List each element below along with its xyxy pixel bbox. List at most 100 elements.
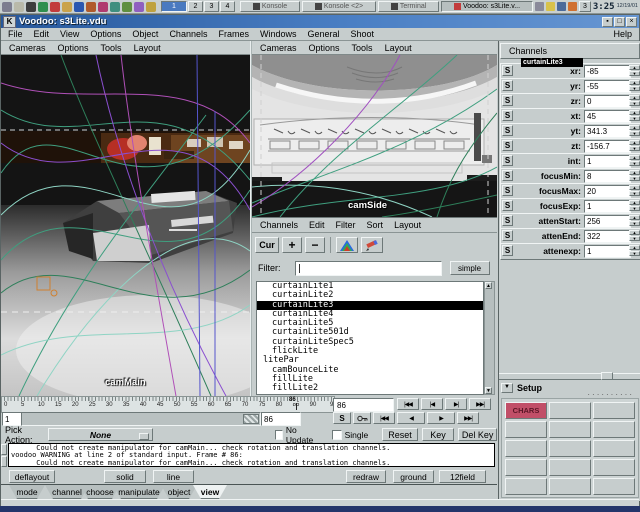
setup-grip-dots[interactable]: ·········· (587, 393, 634, 397)
setup-button-empty[interactable] (549, 421, 591, 438)
cur-button[interactable]: Cur (255, 237, 279, 253)
transport-button[interactable]: ▶▶| (457, 412, 479, 424)
transport-button[interactable]: ▶▶| (469, 398, 491, 410)
console-grip-handle[interactable] (1, 444, 7, 455)
media-icon[interactable] (122, 2, 132, 12)
menu-options[interactable]: Options (90, 29, 121, 39)
transport-button[interactable]: ◀ (397, 412, 425, 424)
vp-menu-layout[interactable]: Layout (134, 43, 161, 53)
cl-menu-edit[interactable]: Edit (309, 220, 325, 230)
s-toggle-button[interactable]: S (502, 155, 513, 166)
vp-menu-options[interactable]: Options (58, 43, 89, 53)
s-toggle-button[interactable]: S (502, 245, 513, 256)
spinner-down-icon[interactable]: ▼ (629, 176, 640, 181)
pick-action-dropdown[interactable]: None (48, 428, 152, 441)
sidebar-splitter[interactable] (499, 373, 640, 380)
spinner-down-icon[interactable]: ▼ (629, 236, 640, 241)
maximize-button[interactable]: □ (614, 17, 625, 27)
spinner-up-icon[interactable]: ▲ (629, 155, 640, 160)
checkbox-icon[interactable] (332, 430, 342, 440)
s-toggle-button[interactable]: S (502, 65, 513, 76)
s-toggle-button[interactable]: S (502, 215, 513, 226)
key-icon[interactable] (353, 412, 371, 424)
setup-button-empty[interactable] (505, 478, 547, 495)
spinner-down-icon[interactable]: ▼ (629, 251, 640, 256)
lock-icon[interactable] (546, 2, 555, 11)
frame-ruler[interactable]: 05101520253035404550556065707580859096 8… (1, 396, 335, 413)
files-icon[interactable] (110, 2, 120, 12)
add-channel-button[interactable]: + (282, 237, 302, 253)
spinner-up-icon[interactable]: ▲ (629, 215, 640, 220)
task-button[interactable]: Konsole <2> (302, 1, 376, 12)
setup-button-empty[interactable] (549, 459, 591, 476)
pager-button-4[interactable]: 4 (220, 1, 235, 12)
splitter-grip[interactable] (601, 372, 613, 380)
home-icon[interactable] (62, 2, 72, 12)
single-checkbox[interactable]: Single (332, 430, 369, 440)
setup-button-empty[interactable] (593, 440, 635, 457)
simple-button[interactable]: simple (450, 261, 490, 275)
setup-button-empty[interactable] (505, 421, 547, 438)
tab-object[interactable]: object (161, 485, 197, 499)
s-button[interactable]: S (333, 412, 351, 424)
menu-channels[interactable]: Channels (169, 29, 207, 39)
setup-button-empty[interactable] (593, 421, 635, 438)
pencil-icon[interactable] (361, 237, 383, 253)
spinner-up-icon[interactable]: ▲ (629, 65, 640, 70)
spinner-up-icon[interactable]: ▲ (629, 245, 640, 250)
task-button[interactable]: Konsole (240, 1, 300, 12)
transport-button[interactable]: ▶ (427, 412, 455, 424)
spinner-up-icon[interactable]: ▲ (629, 95, 640, 100)
minimize-button[interactable]: ▪ (602, 17, 613, 27)
no-update-checkbox[interactable]: No Update (275, 425, 318, 445)
titlebar[interactable]: K Voodoo: s3Lite.vdu ▪□× (1, 15, 639, 28)
vp-menu-layout[interactable]: Layout (385, 43, 412, 53)
konsole-icon[interactable] (26, 2, 36, 12)
spinner-down-icon[interactable]: ▼ (629, 191, 640, 196)
spinner-down-icon[interactable]: ▼ (629, 206, 640, 211)
spinner-up-icon[interactable]: ▲ (629, 170, 640, 175)
line-button[interactable]: line (153, 470, 194, 483)
cl-menu-sort[interactable]: Sort (367, 220, 384, 230)
tab-view[interactable]: view (193, 485, 227, 499)
key-button[interactable]: Key (422, 428, 454, 441)
setup-button-empty[interactable] (549, 478, 591, 495)
s-toggle-button[interactable]: S (502, 110, 513, 121)
spinner-up-icon[interactable]: ▲ (629, 200, 640, 205)
vp-menu-options[interactable]: Options (309, 43, 340, 53)
redraw-button[interactable]: redraw (346, 470, 386, 483)
checkbox-icon[interactable] (275, 430, 283, 440)
task-button[interactable]: Voodoo: s3Lite.v... (441, 1, 533, 12)
pager-button-2[interactable]: 2 (188, 1, 203, 12)
scroll-down-icon[interactable]: ▼ (485, 387, 492, 394)
deflayout-button[interactable]: deflayout (9, 470, 55, 483)
spinner-down-icon[interactable]: ▼ (629, 221, 640, 226)
list-scrollbar[interactable]: ▲ ▼ (484, 281, 495, 395)
world-icon[interactable] (74, 2, 84, 12)
s-toggle-button[interactable]: S (502, 140, 513, 151)
s-toggle-button[interactable]: S (502, 200, 513, 211)
vp-menu-cameras[interactable]: Cameras (9, 43, 46, 53)
ground-button[interactable]: ground (393, 470, 434, 483)
channel-value-field[interactable]: 45 (584, 110, 631, 123)
transport-button[interactable]: |◀ (421, 398, 443, 410)
setup-button-empty[interactable] (505, 459, 547, 476)
s-toggle-button[interactable]: S (502, 170, 513, 181)
cam-side-scene[interactable] (252, 55, 497, 217)
package-icon[interactable] (38, 2, 48, 12)
close-button[interactable]: × (626, 17, 637, 27)
menu-frames[interactable]: Frames (218, 29, 249, 39)
setup-button-empty[interactable] (593, 478, 635, 495)
del-key-button[interactable]: Del Key (458, 428, 497, 441)
k-menu-icon[interactable] (2, 2, 12, 12)
s-toggle-button[interactable]: S (502, 125, 513, 136)
cam-main-scene[interactable] (1, 55, 250, 396)
frame-slider[interactable] (21, 412, 261, 426)
scroll-up-icon[interactable]: ▲ (485, 282, 492, 289)
spinner-up-icon[interactable]: ▲ (629, 230, 640, 235)
spinner-up-icon[interactable]: ▲ (629, 185, 640, 190)
tab-mode[interactable]: mode (9, 485, 45, 499)
spinner-up-icon[interactable]: ▲ (629, 80, 640, 85)
spinner-up-icon[interactable]: ▲ (629, 140, 640, 145)
tab-manipulate[interactable]: manipulate (113, 485, 165, 499)
